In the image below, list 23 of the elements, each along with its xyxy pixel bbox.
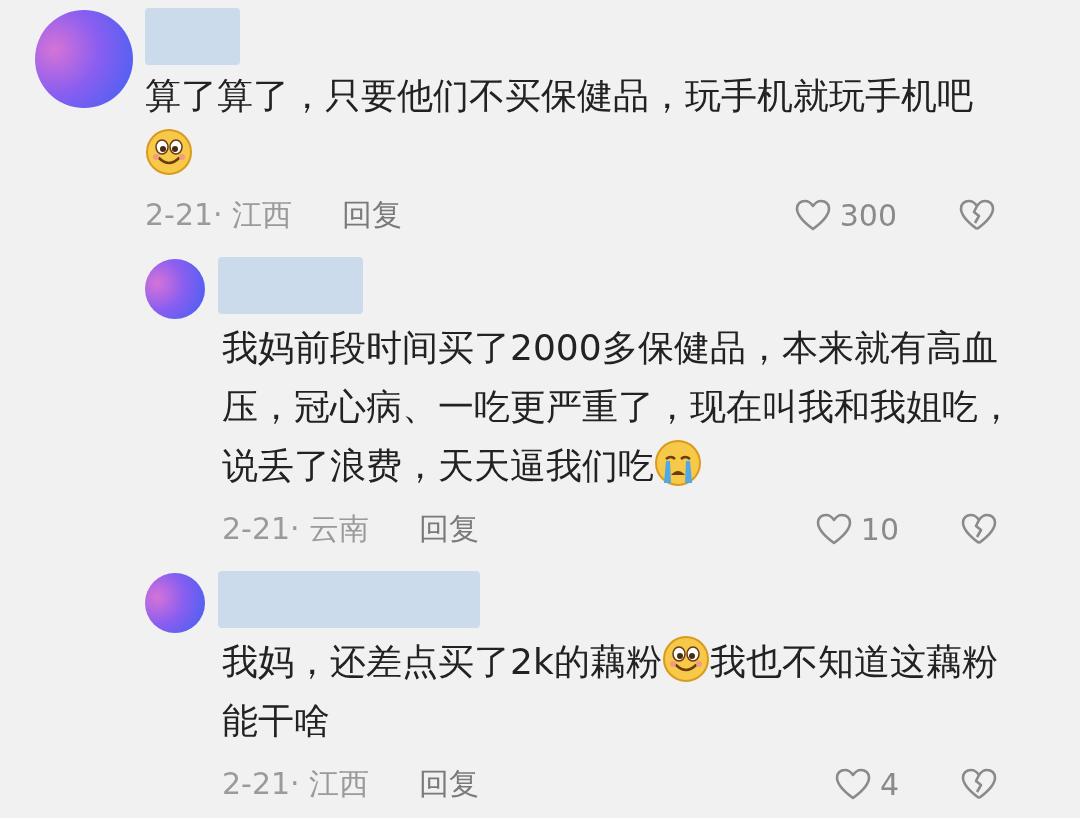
smiley-emoji-icon bbox=[145, 128, 193, 176]
comment-date-location: 2-21· 江西 bbox=[145, 195, 294, 234]
smiley-emoji-icon bbox=[661, 635, 710, 683]
heart-icon[interactable] bbox=[793, 198, 832, 232]
reply-link[interactable]: 回复 bbox=[419, 763, 479, 805]
comment-date-location: 2-21· 江西 bbox=[222, 764, 371, 803]
like-count: 300 bbox=[839, 197, 897, 233]
broken-heart-icon[interactable] bbox=[959, 198, 995, 232]
avatar[interactable] bbox=[145, 573, 205, 633]
comment-text: 我妈前段时间买了2000多保健品，本来就有高血压，冠心病、一吃更严重了，现在叫我和我姐吃，说丢了浪费，天天逼我们吃 bbox=[221, 326, 1015, 489]
crying-emoji-icon bbox=[654, 439, 702, 487]
like-count: 4 bbox=[879, 766, 899, 802]
like-count: 10 bbox=[860, 511, 899, 547]
comment-text: 我妈，还差点买了2k的藕粉 我也不知道这藕粉能干啥 bbox=[218, 632, 1017, 750]
broken-heart-icon[interactable] bbox=[961, 767, 997, 801]
comment-date-location: 2-21· 云南 bbox=[222, 509, 371, 548]
heart-icon[interactable] bbox=[833, 767, 872, 801]
comment-text: 算了算了，只要他们不买保健品，玩手机就玩手机吧 bbox=[145, 66, 1005, 184]
heart-icon[interactable] bbox=[814, 512, 853, 546]
reply-link[interactable]: 回复 bbox=[342, 194, 402, 236]
broken-heart-icon[interactable] bbox=[961, 512, 997, 546]
avatar[interactable] bbox=[145, 259, 205, 319]
reply-link[interactable]: 回复 bbox=[419, 508, 479, 550]
